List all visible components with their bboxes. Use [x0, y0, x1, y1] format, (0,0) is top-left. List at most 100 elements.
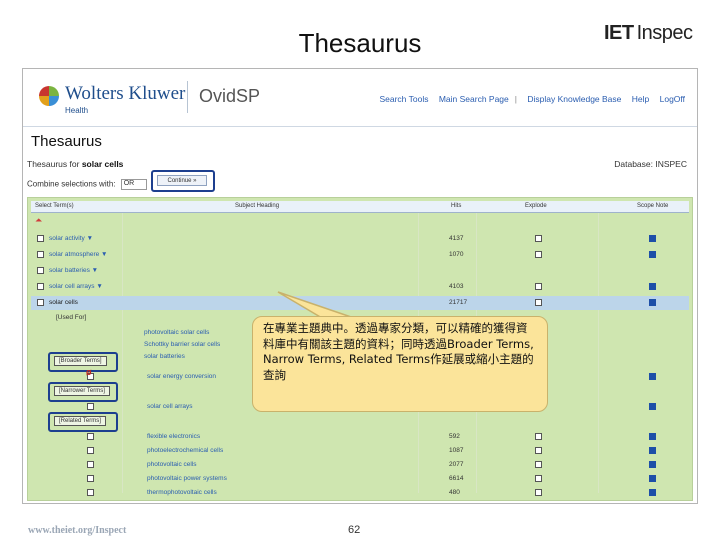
nav-help[interactable]: Help	[632, 94, 649, 104]
scope-note-icon[interactable]	[649, 373, 656, 380]
term-link[interactable]: solar atmosphere ▼	[49, 251, 107, 258]
hits-value: 1070	[449, 251, 464, 258]
select-checkbox[interactable]	[87, 447, 94, 454]
table-row-selected[interactable]: solar cells 21717	[31, 296, 689, 310]
inspec-logo-text: Inspec	[636, 22, 693, 44]
explode-checkbox[interactable]	[535, 299, 542, 306]
header-hits: Hits	[451, 203, 462, 209]
select-checkbox[interactable]	[37, 235, 44, 242]
thesaurus-for-label: Thesaurus for	[27, 159, 80, 169]
scope-note-icon[interactable]	[649, 461, 656, 468]
scope-note-icon[interactable]	[649, 251, 656, 258]
thesaurus-for-term: solar cells	[81, 159, 124, 169]
table-row[interactable]: flexible electronics 592	[31, 430, 689, 444]
ovid-header: Wolters Kluwer Health OvidSP Search Tool…	[23, 69, 697, 127]
header-explode: Explode	[525, 203, 547, 209]
header-select-terms: Select Term(s)	[35, 203, 74, 209]
scope-note-icon[interactable]	[649, 299, 656, 306]
select-checkbox[interactable]	[37, 251, 44, 258]
broader-terms-label: [Broader Terms]	[54, 356, 107, 366]
explode-checkbox[interactable]	[535, 475, 542, 482]
term-link[interactable]: photovoltaic solar cells	[144, 329, 209, 336]
scroll-up-arrow-icon[interactable]: ⏶	[35, 216, 42, 225]
combine-select[interactable]: OR	[120, 179, 147, 190]
page-number: 62	[348, 524, 361, 536]
iet-logo-text: IET	[604, 22, 634, 44]
table-header: Select Term(s) Subject Heading Hits Expl…	[31, 201, 689, 213]
select-checkbox[interactable]	[87, 403, 94, 410]
table-row[interactable]: solar cell arrays ▼ 4103	[31, 280, 689, 294]
table-row[interactable]: photoelectrochemical cells 1087	[31, 444, 689, 458]
hits-value: 4103	[449, 283, 464, 290]
combine-selections: Combine selections with: OR	[27, 179, 147, 190]
table-row[interactable]: photovoltaic cells 2077	[31, 458, 689, 472]
explode-checkbox[interactable]	[535, 461, 542, 468]
nav-search-tools[interactable]: Search Tools	[379, 94, 428, 104]
nav-display-knowledge-base[interactable]: Display Knowledge Base	[527, 94, 621, 104]
hits-value: 4137	[449, 235, 464, 242]
hits-value: 21717	[449, 299, 468, 306]
nav-separator: |	[514, 94, 517, 104]
database-label: Database: INSPEC	[614, 159, 687, 169]
term-link[interactable]: solar cell arrays ▼	[49, 283, 103, 290]
term-link[interactable]: thermophotovoltaic cells	[147, 489, 217, 496]
scope-note-icon[interactable]	[649, 283, 656, 290]
term-link[interactable]: solar activity ▼	[49, 235, 93, 242]
select-checkbox[interactable]	[87, 461, 94, 468]
table-row[interactable]: thermophotovoltaic cells 480	[31, 486, 689, 500]
select-checkbox[interactable]	[87, 475, 94, 482]
hits-value: 6614	[449, 475, 464, 482]
select-checkbox[interactable]	[37, 283, 44, 290]
thesaurus-for: Thesaurus for solar cells	[27, 159, 123, 169]
explode-checkbox[interactable]	[535, 489, 542, 496]
cursor-mark-icon: ø	[86, 367, 92, 377]
term-link[interactable]: photovoltaic cells	[147, 461, 197, 468]
ovidsp-product: OvidSP	[199, 86, 261, 106]
table-row[interactable]: solar atmosphere ▼ 1070	[31, 248, 689, 262]
wolters-kluwer-brand: Wolters Kluwer	[65, 83, 186, 104]
table-row[interactable]: photovoltaic power systems 6614	[31, 472, 689, 486]
footer-url[interactable]: www.theiet.org/Inspect	[28, 525, 126, 536]
explode-checkbox[interactable]	[535, 433, 542, 440]
term-link[interactable]: photovoltaic power systems	[147, 475, 227, 482]
annotation-callout: 在專業主題典中。透過專家分類，可以精確的獲得資料庫中有關該主題的資料；同時透過B…	[252, 316, 548, 412]
select-checkbox[interactable]	[37, 267, 44, 274]
iet-inspec-logo: IET Inspec	[604, 22, 693, 45]
select-checkbox[interactable]	[87, 433, 94, 440]
scope-note-icon[interactable]	[649, 433, 656, 440]
select-checkbox[interactable]	[87, 489, 94, 496]
header-scope-note: Scope Note	[637, 203, 669, 209]
term-link[interactable]: solar batteries ▼	[49, 267, 98, 274]
continue-button[interactable]: Continue »	[157, 175, 207, 186]
nav-logoff[interactable]: LogOff	[660, 94, 685, 104]
scope-note-icon[interactable]	[649, 447, 656, 454]
explode-checkbox[interactable]	[535, 235, 542, 242]
scope-note-icon[interactable]	[649, 475, 656, 482]
wolters-kluwer-sub: Health	[65, 106, 89, 115]
hits-value: 592	[449, 433, 460, 440]
page-heading: Thesaurus	[31, 133, 102, 150]
table-row[interactable]: solar activity ▼ 4137	[31, 232, 689, 246]
nav-main-search-page[interactable]: Main Search Page	[439, 94, 509, 104]
term-link[interactable]: solar batteries	[144, 353, 185, 360]
hits-value: 2077	[449, 461, 464, 468]
header-subject-heading: Subject Heading	[235, 203, 280, 209]
header-divider	[187, 81, 188, 113]
narrower-terms-label: [Narrower Terms]	[54, 386, 110, 396]
ovid-screenshot: Wolters Kluwer Health OvidSP Search Tool…	[22, 68, 698, 504]
term-link[interactable]: photoelectrochemical cells	[147, 447, 223, 454]
explode-checkbox[interactable]	[535, 283, 542, 290]
scope-note-icon[interactable]	[649, 235, 656, 242]
explode-checkbox[interactable]	[535, 447, 542, 454]
table-row[interactable]: solar batteries ▼	[31, 264, 689, 278]
select-checkbox[interactable]	[37, 299, 44, 306]
ovid-nav: Search Tools Main Search Page | Display K…	[371, 94, 685, 104]
term-link[interactable]: flexible electronics	[147, 433, 200, 440]
term-link[interactable]: solar energy conversion	[147, 373, 216, 380]
term-link[interactable]: solar cell arrays	[147, 403, 193, 410]
term-link[interactable]: Schottky barrier solar cells	[144, 341, 220, 348]
explode-checkbox[interactable]	[535, 251, 542, 258]
wolters-kluwer-logo-icon	[39, 86, 59, 106]
scope-note-icon[interactable]	[649, 403, 656, 410]
scope-note-icon[interactable]	[649, 489, 656, 496]
